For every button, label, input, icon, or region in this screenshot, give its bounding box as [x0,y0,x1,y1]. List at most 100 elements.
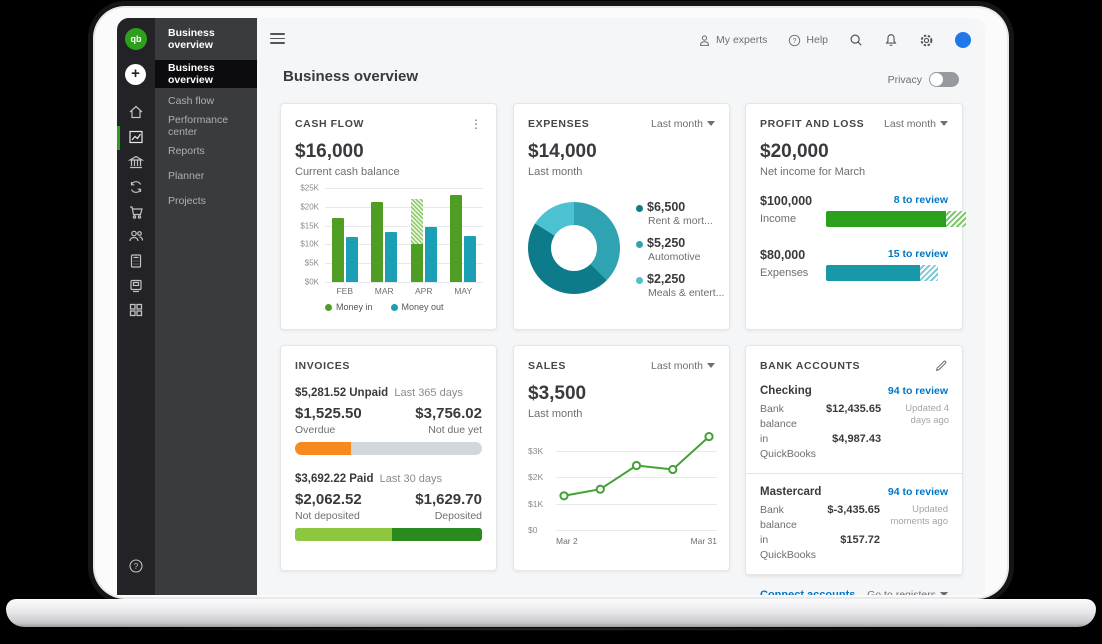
privacy-control: Privacy [888,72,959,87]
calculator-icon[interactable] [128,253,144,269]
sales-xaxis: Mar 2 Mar 31 [556,536,717,546]
sidebar-header: Business overview [155,18,257,60]
notifications-button[interactable] [884,33,898,47]
home-icon[interactable] [128,104,144,120]
sales-subtitle: Last month [528,408,715,420]
gear-icon [919,33,934,48]
card-reader-icon[interactable] [128,278,144,294]
sales-x-end: Mar 31 [691,536,717,546]
notdeposited-amount: $2,062.52 [295,491,362,508]
sales-x-start: Mar 2 [556,536,578,546]
cash-flow-subtitle: Current cash balance [295,166,482,178]
sidebar-item-planner[interactable]: Planner [155,163,257,188]
cash-flow-xaxis: FEBMARAPRMAY [325,286,483,298]
chevron-down-icon [707,121,715,126]
main-area: My experts ? Help Business overview [257,18,985,595]
svg-text:?: ? [134,562,139,571]
page-background: qb + [0,0,1102,644]
help-circle-icon[interactable]: ? [128,558,144,574]
paid-bar [295,528,482,541]
person-icon [698,34,711,47]
deposited-label: Deposited [435,510,482,522]
money-exchange-icon[interactable] [128,179,144,195]
updated-text: Updated moments ago [890,503,948,563]
checking-review-link[interactable]: 94 to review [888,385,948,397]
edit-pencil-icon[interactable] [934,359,948,373]
sales-title: SALES [528,360,566,372]
expenses-review-link[interactable]: 15 to review [888,248,948,260]
settings-button[interactable] [919,33,934,48]
updated-text: Updated 4 days ago [891,402,949,462]
legend-money-in: Money in [325,302,373,312]
new-plus-button[interactable]: + [125,64,146,85]
customers-icon[interactable] [128,228,144,244]
laptop-base [6,599,1096,627]
profit-loss-period-dropdown[interactable]: Last month [884,118,948,130]
cash-flow-yaxis: $25K$20K$15K$10K$5K$0K [295,188,321,282]
expenses-title: EXPENSES [528,118,589,130]
forecast-hatch [411,199,423,245]
notdeposited-label: Not deposited [295,510,360,522]
sales-card: SALES Last month $3,500 Last month $3K$2… [513,345,730,571]
in-quickbooks-value: $4,987.43 [826,432,881,462]
bar-money-in [332,218,344,282]
bank-balance-label: Bank balance [760,402,816,432]
my-experts-button[interactable]: My experts [698,34,767,47]
profit-loss-value: $20,000 [760,141,948,163]
bar-money-in [450,195,462,282]
sales-period-dropdown[interactable]: Last month [651,360,715,372]
sidebar-item-business-overview[interactable]: Business overview [155,60,257,88]
overdue-amount: $1,525.50 [295,405,362,422]
go-to-registers-dropdown[interactable]: Go to registers [867,589,948,595]
unpaid-summary: $5,281.52 Unpaid Last 365 days [295,387,482,399]
sidebar: Business overview Business overview Cash… [155,18,257,595]
user-avatar[interactable] [955,32,971,48]
notdue-amount: $3,756.02 [415,405,482,422]
hamburger-menu-icon[interactable] [270,33,285,44]
search-button[interactable] [849,33,863,47]
in-quickbooks-value: $157.72 [827,533,880,563]
income-row: $100,000 8 to review Income [760,194,948,232]
expenses-period-dropdown[interactable]: Last month [651,118,715,130]
income-review-link[interactable]: 8 to review [894,194,948,206]
mastercard-account: Mastercard 94 to review Bank balance $-3… [760,486,948,563]
bank-accounts-card: BANK ACCOUNTS Checking 94 to review Bank… [745,345,963,576]
bank-icon[interactable] [128,154,144,170]
bar-money-out [425,227,437,282]
expense-legend-item: $2,250Meals & entert... [636,272,724,299]
mastercard-review-link[interactable]: 94 to review [888,486,948,498]
checking-account: Checking 94 to review Bank balance $12,4… [760,385,948,462]
kebab-menu-icon[interactable]: ⋮ [470,119,482,129]
chevron-down-icon [940,592,948,595]
apps-grid-icon[interactable] [128,302,144,318]
sidebar-item-performance-center[interactable]: Performance center [155,113,257,138]
sales-cart-icon[interactable] [128,204,144,220]
privacy-label: Privacy [888,74,922,86]
cashflow-plot [325,188,483,282]
expenses-legend: $6,500Rent & mort...$5,250Automotive$2,2… [636,200,724,308]
sidebar-item-cash-flow[interactable]: Cash flow [155,88,257,113]
bank-balance-value: $12,435.65 [826,402,881,432]
bank-balance-label: Bank balance [760,503,817,533]
reports-chart-icon[interactable] [128,129,144,145]
sidebar-item-reports[interactable]: Reports [155,138,257,163]
invoices-card: INVOICES $5,281.52 Unpaid Last 365 days … [280,345,497,571]
my-experts-label: My experts [716,34,767,46]
sidebar-item-projects[interactable]: Projects [155,188,257,213]
expenses-card: EXPENSES Last month $14,000 Last month $… [513,103,730,330]
help-label: Help [806,34,828,46]
connect-accounts-link[interactable]: Connect accounts [760,589,855,595]
profit-loss-title: PROFIT AND LOSS [760,118,864,130]
cash-flow-card: CASH FLOW ⋮ $16,000 Current cash balance… [280,103,497,330]
account-name: Checking [760,385,812,397]
bar-money-out [346,237,358,282]
privacy-toggle[interactable] [929,72,959,87]
profit-loss-subtitle: Net income for March [760,166,948,178]
bar-money-out [385,232,397,282]
expenses-value: $14,000 [528,141,715,163]
expense-legend-item: $5,250Automotive [636,236,724,263]
help-button[interactable]: ? Help [788,34,828,47]
cash-flow-value: $16,000 [295,141,482,163]
profit-loss-card: PROFIT AND LOSS Last month $20,000 Net i… [745,103,963,330]
expenses-donut-chart [528,202,620,294]
